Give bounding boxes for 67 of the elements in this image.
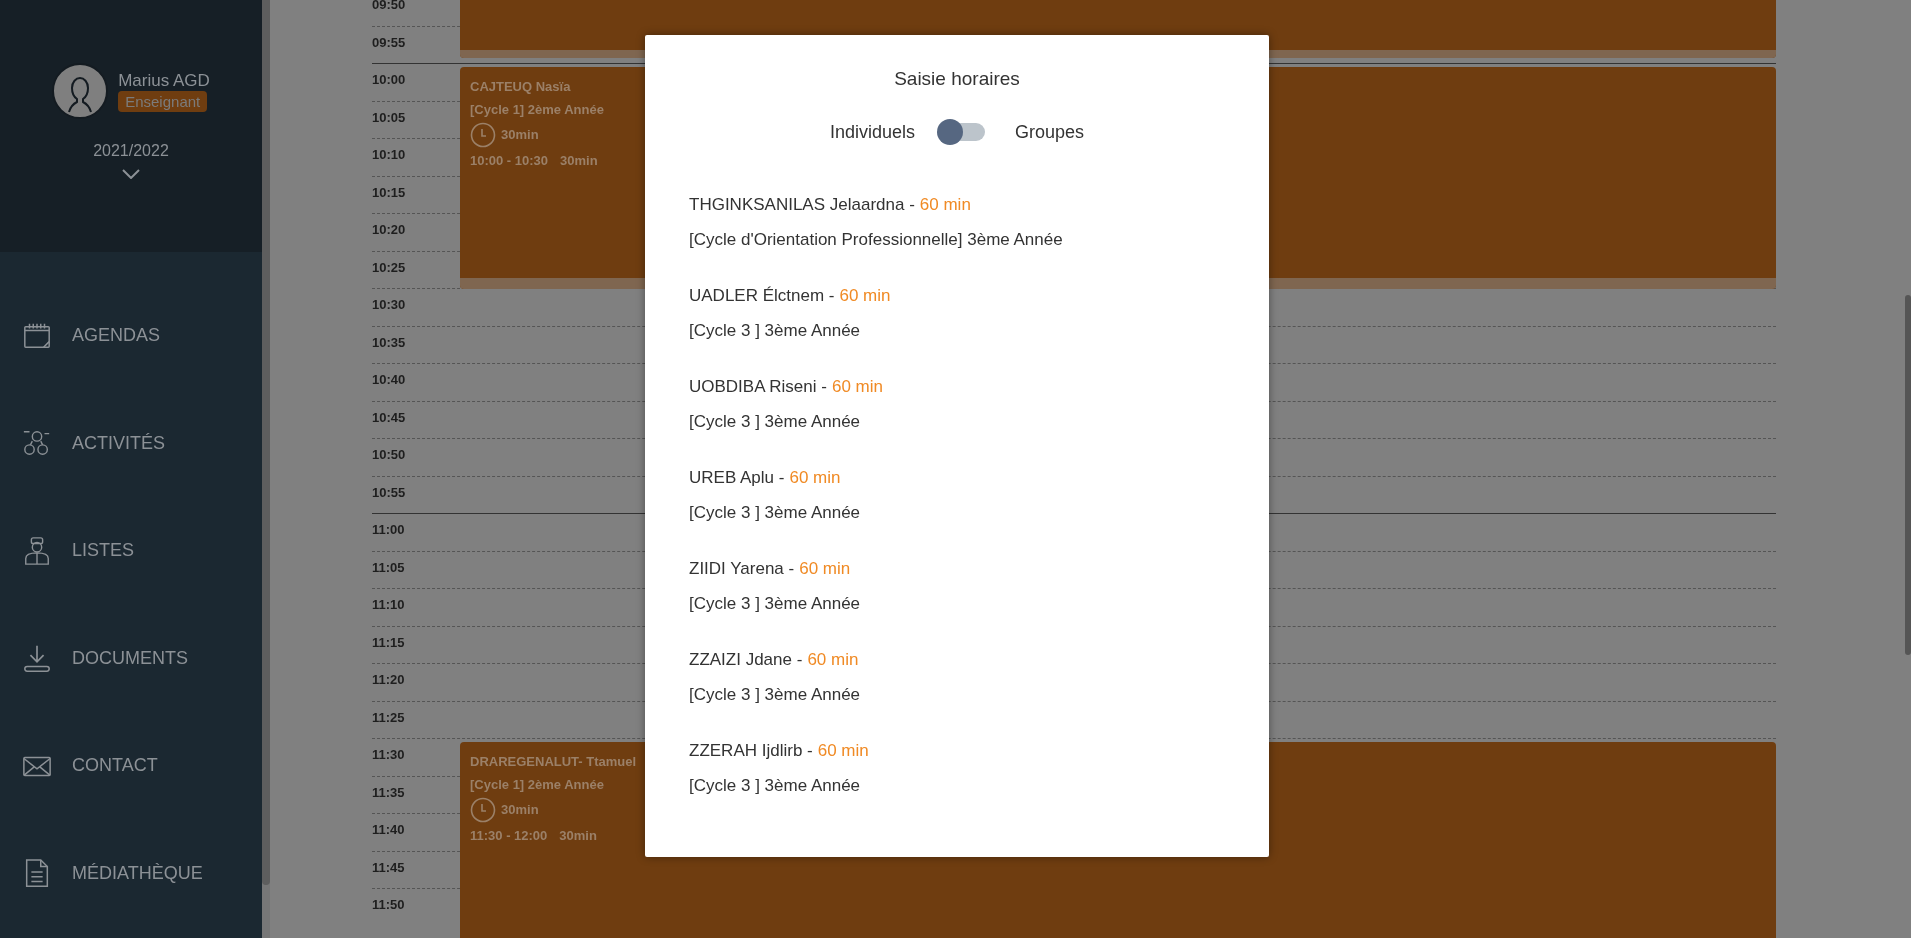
event-student: CAJTEUQ Nasïa — [470, 78, 571, 96]
class-level: [Cycle 3 ] 3ème Année — [689, 411, 862, 433]
student-name: UREB Aplu - — [689, 466, 785, 489]
class-level: [Cycle 3 ] 3ème Année — [689, 593, 862, 615]
toggle-label: Individuels — [829, 120, 915, 144]
class-level: [Cycle 3 ] 3ème Année — [689, 775, 862, 797]
nav-label: MÉDIATHÈQUE — [72, 861, 203, 885]
nav-label: ACTIVITÉS — [72, 431, 165, 455]
toggle-label: Groupes — [1015, 120, 1085, 144]
duration: 60 min — [799, 557, 851, 580]
event-time-range: 10:00 - 10:30 — [470, 152, 549, 170]
duration: 60 min — [831, 375, 883, 398]
student-name: THGINKSANILAS Jelaardna - — [689, 193, 915, 216]
time-label: 09:55 — [372, 33, 406, 52]
time-label: 10:50 — [372, 446, 406, 464]
time-label: 11:10 — [372, 596, 405, 614]
time-label: 11:25 — [372, 708, 405, 727]
time-label: 11:30 — [372, 746, 405, 764]
time-label: 10:20 — [372, 221, 406, 239]
nav-label: CONTACT — [72, 754, 158, 778]
user-name: Marius AGD — [118, 70, 210, 91]
class-level: [Cycle 3 ] 3ème Année — [689, 320, 862, 342]
student-name: UOBDIBA Riseni - — [689, 375, 827, 398]
time-label: 10:15 — [372, 183, 406, 202]
nav-label: DOCUMENTS — [72, 646, 188, 670]
time-label: 10:35 — [372, 333, 406, 352]
time-label: 11:45 — [372, 858, 405, 877]
dialog-title: Saisie horaires — [893, 67, 1021, 91]
time-label: 11:00 — [372, 521, 405, 539]
duration: 60 min — [817, 739, 869, 762]
time-label: 10:40 — [372, 371, 406, 389]
student-name: ZZERAH Ijdlirb - — [689, 739, 813, 762]
duration: 60 min — [789, 466, 841, 489]
time-label: 10:10 — [372, 146, 406, 164]
duration: 60 min — [919, 193, 971, 216]
time-label: 10:25 — [372, 258, 406, 277]
student-name: ZIIDI Yarena - — [689, 557, 795, 580]
event-duration: 30min — [560, 152, 598, 170]
event-student: DRAREGENALUT- Ttamuel — [470, 753, 637, 771]
time-label: 09:50 — [372, 0, 406, 14]
time-label: 11:35 — [372, 783, 405, 802]
time-label: 10:05 — [372, 108, 406, 127]
time-label: 10:00 — [372, 71, 406, 89]
nav-label: AGENDAS — [72, 324, 161, 348]
class-level: [Cycle 3 ] 3ème Année — [689, 502, 862, 524]
duration: 60 min — [807, 648, 859, 671]
event-time-range: 11:30 - 12:00 — [470, 827, 548, 845]
class-level: [Cycle 3 ] 3ème Année — [689, 684, 862, 706]
event-class: [Cycle 1] 2ème Année — [470, 100, 604, 119]
time-label: 10:45 — [372, 408, 406, 427]
time-label: 11:20 — [372, 671, 405, 689]
student-name: ZZAIZI Jdane - — [689, 648, 803, 671]
time-label: 10:30 — [372, 296, 406, 314]
time-label: 11:05 — [372, 558, 405, 577]
duration: 60 min — [839, 284, 891, 307]
event-duration: 30min — [501, 801, 539, 820]
student-name: UADLER Élctnem - — [689, 284, 835, 307]
event-duration: 30min — [559, 827, 597, 845]
class-level: [Cycle d'Orientation Professionnelle] 3ème Année — [689, 229, 1064, 251]
time-label: 10:55 — [372, 483, 406, 502]
time-label: 11:50 — [372, 896, 405, 914]
role-badge: Enseignant — [118, 90, 208, 112]
time-label: 11:40 — [372, 821, 405, 839]
event-class: [Cycle 1] 2ème Année — [470, 775, 604, 794]
time-label: 11:15 — [372, 633, 405, 652]
event-duration: 30min — [501, 126, 539, 145]
nav-label: LISTES — [72, 539, 135, 563]
